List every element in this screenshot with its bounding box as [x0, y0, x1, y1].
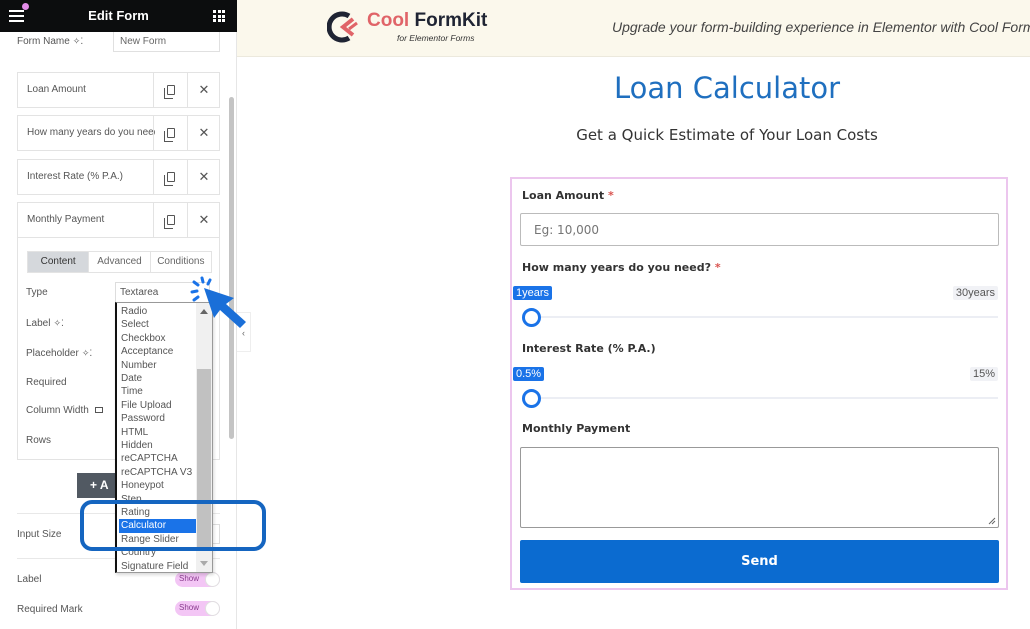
- dynamic-tags-icon[interactable]: ✧⁚: [53, 318, 63, 328]
- desktop-icon[interactable]: [94, 407, 103, 413]
- required-mark-toggle[interactable]: Show: [175, 601, 220, 616]
- dropdown-option[interactable]: File Upload: [121, 399, 172, 412]
- cursor-click-annotation-icon: [190, 276, 246, 328]
- field-item-label: How many years do you need?: [27, 127, 155, 138]
- form-name-row: Form Name ✧⁚: [17, 32, 220, 52]
- monthly-payment-textarea[interactable]: [520, 447, 999, 528]
- dropdown-option[interactable]: HTML: [121, 426, 148, 439]
- close-icon: ✕: [198, 125, 210, 140]
- field-item-label: Monthly Payment: [27, 214, 105, 225]
- app-root: Edit Form Form Name✧⁚ Loan Amount ✕ How …: [0, 0, 1030, 629]
- years-slider-thumb[interactable]: [522, 308, 541, 327]
- years-slider-track[interactable]: [528, 316, 998, 318]
- years-range-slider: 1years 30years: [512, 286, 1006, 336]
- duplicate-button[interactable]: [153, 203, 187, 237]
- tab-conditions[interactable]: Conditions: [149, 252, 211, 272]
- dropdown-option[interactable]: Password: [121, 412, 165, 425]
- panel-scrollbar[interactable]: [229, 97, 234, 439]
- field-item-interest-rate[interactable]: Interest Rate (% P.A.) ✕: [17, 159, 220, 195]
- loan-amount-input[interactable]: [520, 213, 999, 246]
- remove-button[interactable]: ✕: [187, 160, 220, 194]
- resize-handle-icon[interactable]: [988, 517, 996, 525]
- page-subtitle: Get a Quick Estimate of Your Loan Costs: [576, 126, 878, 144]
- field-item-years[interactable]: How many years do you need? ✕: [17, 115, 220, 151]
- tab-advanced[interactable]: Advanced: [88, 252, 149, 272]
- field-item-label: Loan Amount: [27, 84, 86, 95]
- input-size-label: Input Size: [17, 529, 62, 540]
- interest-rate-label: Interest Rate (% P.A.): [522, 342, 656, 355]
- cool-formkit-logo-icon: [327, 11, 358, 43]
- dropdown-option[interactable]: Acceptance: [121, 345, 173, 358]
- type-label: Type: [26, 287, 48, 298]
- cool-formkit-logo: Cool FormKit for Elementor Forms: [327, 10, 492, 46]
- remove-button[interactable]: ✕: [187, 73, 220, 107]
- add-item-button[interactable]: + A: [77, 473, 117, 498]
- dropdown-option[interactable]: Number: [121, 359, 157, 372]
- rows-control-label: Rows: [26, 435, 52, 446]
- remove-button[interactable]: ✕: [187, 116, 220, 150]
- close-icon: ✕: [198, 169, 210, 184]
- form-name-label: Form Name ✧⁚: [17, 36, 84, 47]
- interest-slider-thumb[interactable]: [522, 389, 541, 408]
- required-control-label: Required: [26, 377, 67, 388]
- dropdown-option[interactable]: Date: [121, 372, 142, 385]
- interest-slider-track[interactable]: [528, 397, 998, 399]
- copy-icon: [163, 172, 175, 186]
- interest-range-slider: 0.5% 15%: [512, 367, 1006, 417]
- remove-button[interactable]: ✕: [187, 203, 220, 237]
- copy-icon: [163, 128, 175, 142]
- loan-amount-label: Loan Amount *: [522, 189, 614, 202]
- copy-icon: [163, 85, 175, 99]
- duplicate-button[interactable]: [153, 160, 187, 194]
- dropdown-option[interactable]: Select: [121, 318, 149, 331]
- brand-name: Cool FormKit: [367, 10, 488, 31]
- interest-max-label: 15%: [969, 367, 998, 381]
- copy-icon: [163, 215, 175, 229]
- panel-header: Edit Form: [0, 0, 237, 32]
- tab-content[interactable]: Content: [28, 252, 89, 272]
- widgets-grid-icon[interactable]: [213, 10, 225, 22]
- column-width-control-label: Column Width: [26, 405, 103, 416]
- dropdown-option[interactable]: Signature Field: [121, 560, 188, 572]
- dropdown-option[interactable]: Honeypot: [121, 479, 164, 492]
- dropdown-option[interactable]: reCAPTCHA V3: [121, 466, 192, 479]
- scroll-down-icon[interactable]: [200, 561, 208, 566]
- duplicate-button[interactable]: [153, 116, 187, 150]
- monthly-payment-label: Monthly Payment: [522, 422, 631, 435]
- panel-title: Edit Form: [88, 8, 149, 23]
- dynamic-tags-icon[interactable]: ✧⁚: [73, 36, 83, 46]
- field-item-monthly-payment[interactable]: Monthly Payment ✕: [18, 203, 219, 238]
- loan-calculator-form: Loan Amount * How many years do you need…: [510, 177, 1008, 590]
- brand-subtitle: for Elementor Forms: [397, 33, 475, 43]
- form-name-input[interactable]: [113, 32, 220, 52]
- close-icon: ✕: [198, 82, 210, 97]
- dropdown-option[interactable]: Checkbox: [121, 332, 165, 345]
- promo-banner: Cool FormKit for Elementor Forms Upgrade…: [237, 0, 1030, 57]
- years-label: How many years do you need? *: [522, 261, 721, 274]
- label-control-label: Label ✧⁚: [26, 318, 64, 329]
- label-show-toggle[interactable]: Show: [175, 572, 220, 587]
- dropdown-option[interactable]: Time: [121, 385, 143, 398]
- required-mark-label: Required Mark: [17, 604, 83, 615]
- label-toggle-label: Label: [17, 574, 42, 585]
- years-max-label: 30years: [952, 286, 998, 300]
- interest-min-label: 0.5%: [513, 367, 545, 381]
- dropdown-option[interactable]: Radio: [121, 305, 147, 318]
- dropdown-option[interactable]: reCAPTCHA: [121, 452, 178, 465]
- field-item-loan-amount[interactable]: Loan Amount ✕: [17, 72, 220, 108]
- dynamic-tags-icon[interactable]: ✧⁚: [82, 348, 92, 358]
- field-settings-tabs: Content Advanced Conditions: [27, 251, 212, 273]
- banner-tagline: Upgrade your form-building experience in…: [612, 19, 1030, 35]
- placeholder-control-label: Placeholder ✧⁚: [26, 348, 93, 359]
- duplicate-button[interactable]: [153, 73, 187, 107]
- highlight-annotation: [80, 500, 266, 551]
- field-item-label: Interest Rate (% P.A.): [27, 171, 123, 182]
- dropdown-option[interactable]: Hidden: [121, 439, 153, 452]
- page-title: Loan Calculator: [613, 71, 841, 105]
- years-min-label: 1years: [513, 286, 553, 300]
- send-button[interactable]: Send: [520, 540, 999, 583]
- close-icon: ✕: [198, 212, 210, 227]
